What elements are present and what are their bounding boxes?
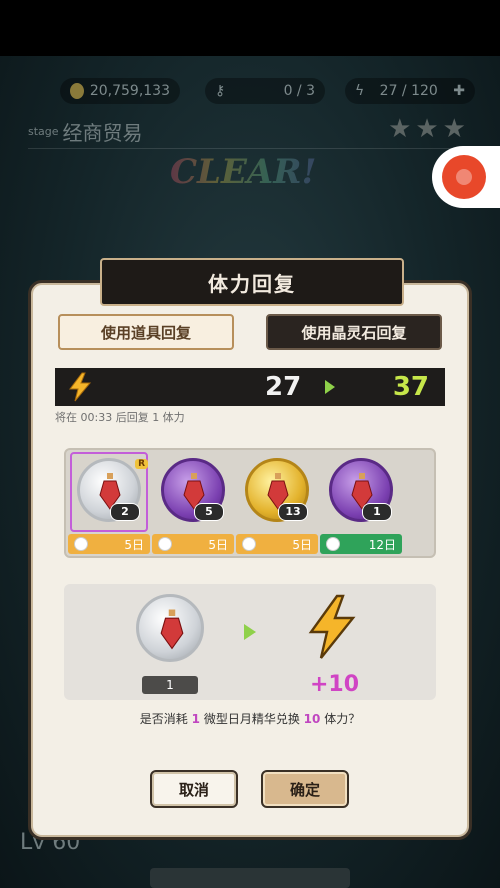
- clock-icon: [242, 537, 256, 551]
- energy-preview-bar: 27 37: [55, 368, 445, 406]
- energy-counter[interactable]: ϟ 27 / 120 ✚: [345, 78, 475, 104]
- stamina-gain: +10: [310, 672, 360, 697]
- clear-banner: CLEAR!: [170, 152, 317, 192]
- expiry-text: 5日: [292, 537, 312, 552]
- item-count: 13: [278, 503, 308, 521]
- clock-icon: [74, 537, 88, 551]
- rank-tag: R: [135, 459, 148, 469]
- status-bar-black: [0, 0, 500, 56]
- item-slot[interactable]: 5: [156, 458, 230, 522]
- silver-potion-icon: [136, 594, 204, 662]
- confirm-question: 是否消耗 1 微型日月精华兑换 10 体力？: [139, 712, 361, 726]
- key-value: 0 / 3: [283, 83, 315, 99]
- stage-name: 经商贸易: [62, 120, 143, 145]
- expiry-text: 12日: [368, 537, 396, 552]
- tab-use-crystal[interactable]: 使用晶灵石回复: [266, 314, 442, 350]
- item-count: 1: [362, 503, 392, 521]
- expiry-text: 5日: [124, 537, 144, 552]
- dialog-title: 体力回复: [100, 258, 404, 306]
- purple-potion-icon: 5: [161, 458, 225, 522]
- clock-icon: [326, 537, 340, 551]
- stage-stars: ★★★: [388, 114, 470, 144]
- gold-counter: 20,759,133: [60, 78, 180, 104]
- expiry-badge: 5日: [152, 534, 234, 554]
- expiry-badge: 5日: [68, 534, 150, 554]
- stage-prefix: stage: [28, 124, 59, 138]
- stage-header: stage 经商贸易 ★★★: [28, 114, 476, 149]
- item-slot[interactable]: 13: [240, 458, 314, 522]
- clock-icon: [158, 537, 172, 551]
- arrow-right-icon: [325, 380, 335, 394]
- item-slot[interactable]: R 2: [72, 458, 148, 522]
- purple-potion-icon: 1: [329, 458, 393, 522]
- expiry-badge: 5日: [236, 534, 318, 554]
- lightning-icon: [308, 594, 356, 659]
- gold-potion-icon: 13: [245, 458, 309, 522]
- tab-use-items[interactable]: 使用道具回复: [58, 314, 234, 350]
- assistant-icon: [442, 155, 486, 199]
- key-icon: ⚷: [215, 83, 226, 99]
- expiry-text: 5日: [208, 537, 228, 552]
- expiry-badge: 12日: [320, 534, 402, 554]
- confirm-button[interactable]: 确定: [261, 770, 349, 808]
- floating-assistant-button[interactable]: [432, 146, 500, 208]
- lightning-icon: [69, 372, 92, 402]
- energy-current: 27: [265, 372, 302, 402]
- item-slot[interactable]: 1: [324, 458, 398, 522]
- coin-icon: [70, 83, 84, 99]
- lightning-icon: ϟ: [355, 83, 365, 99]
- energy-after: 37: [392, 372, 429, 402]
- add-energy-icon[interactable]: ✚: [453, 83, 465, 99]
- exchange-preview-panel: [64, 584, 436, 700]
- stamina-recovery-dialog: [28, 280, 472, 840]
- use-quantity[interactable]: 1: [142, 676, 198, 694]
- item-count: 5: [194, 503, 224, 521]
- energy-value: 27 / 120: [379, 83, 438, 99]
- background-bottom-plate: [150, 868, 350, 888]
- recover-timer-note: 将在 00:33 后回复 1 体力: [55, 411, 185, 424]
- gold-value: 20,759,133: [89, 83, 170, 99]
- item-count: 2: [110, 503, 140, 521]
- cancel-button[interactable]: 取消: [150, 770, 238, 808]
- arrow-right-icon: [244, 624, 256, 640]
- silver-potion-icon: R 2: [77, 458, 148, 522]
- key-counter: ⚷ 0 / 3: [205, 78, 325, 104]
